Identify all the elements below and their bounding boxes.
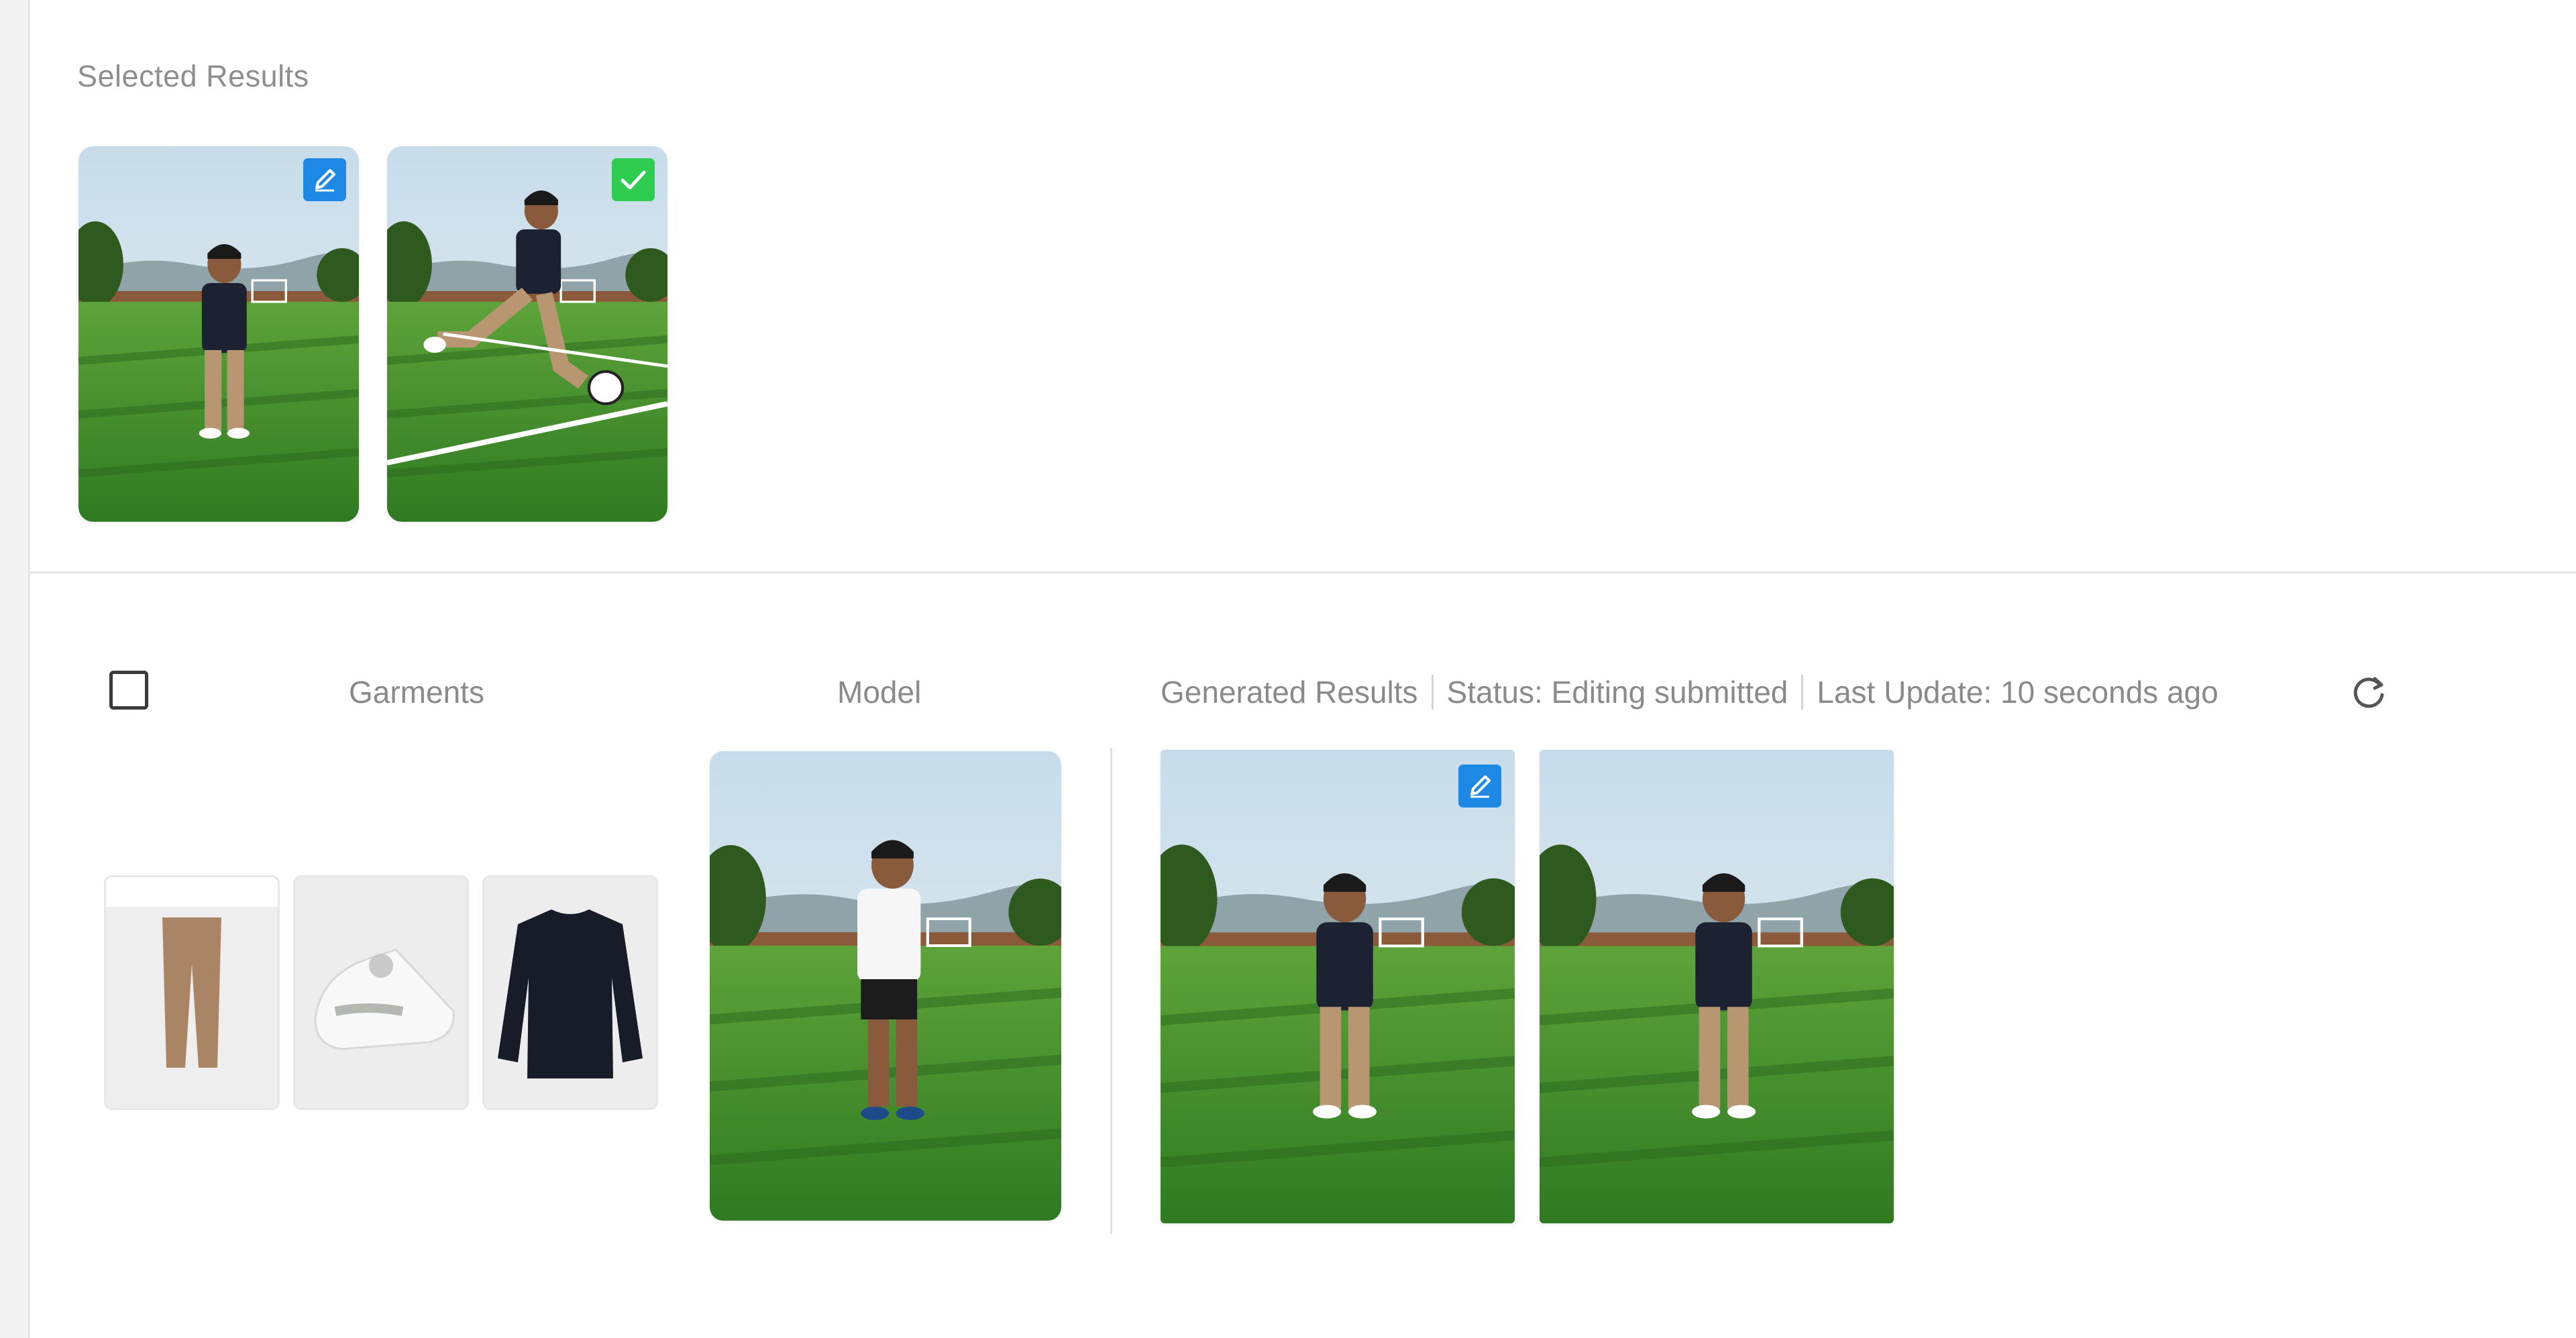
- pants-image: [106, 907, 278, 1108]
- meta-separator: [1431, 675, 1434, 710]
- selected-result-2-image: [387, 146, 667, 522]
- selected-result-1-image: [78, 146, 359, 522]
- sweater-image: [484, 877, 656, 1108]
- generated-result-2[interactable]: [1540, 750, 1894, 1223]
- generated-results-label: Generated Results: [1161, 675, 1418, 710]
- model-header: Model: [837, 675, 922, 710]
- check-icon: [621, 170, 646, 190]
- refresh-icon[interactable]: [2348, 671, 2390, 712]
- edit-badge[interactable]: [303, 158, 346, 201]
- edit-badge[interactable]: [1458, 765, 1501, 807]
- results-divider: [1110, 748, 1112, 1234]
- approved-badge[interactable]: [612, 158, 655, 201]
- select-all-checkbox[interactable]: [109, 671, 148, 710]
- garment-sweater[interactable]: [482, 875, 658, 1110]
- selected-results-title: Selected Results: [77, 59, 309, 93]
- last-update-text: Last Update: 10 seconds ago: [1817, 675, 2218, 710]
- meta-separator: [1801, 675, 1804, 710]
- generated-result-1-image: [1161, 750, 1515, 1223]
- generated-result-1[interactable]: [1161, 750, 1515, 1223]
- model-photo: [710, 751, 1061, 1221]
- model-image[interactable]: [710, 751, 1061, 1221]
- section-divider: [30, 571, 2576, 573]
- generated-result-2-image: [1540, 750, 1894, 1223]
- garment-pants[interactable]: [104, 875, 280, 1110]
- generated-results-meta: Generated Results Status: Editing submit…: [1161, 674, 2218, 710]
- results-page: Selected Results Garments Model Generate: [0, 0, 2576, 1338]
- pencil-icon: [1470, 775, 1491, 798]
- left-rail: [0, 0, 30, 1338]
- status-text: Status: Editing submitted: [1446, 675, 1788, 710]
- garment-sneaker[interactable]: [293, 875, 469, 1110]
- garments-header: Garments: [349, 675, 484, 710]
- selected-result-1[interactable]: [78, 146, 359, 522]
- sneaker-image: [295, 877, 467, 1108]
- selected-result-2[interactable]: [387, 146, 667, 522]
- pencil-icon: [315, 169, 335, 192]
